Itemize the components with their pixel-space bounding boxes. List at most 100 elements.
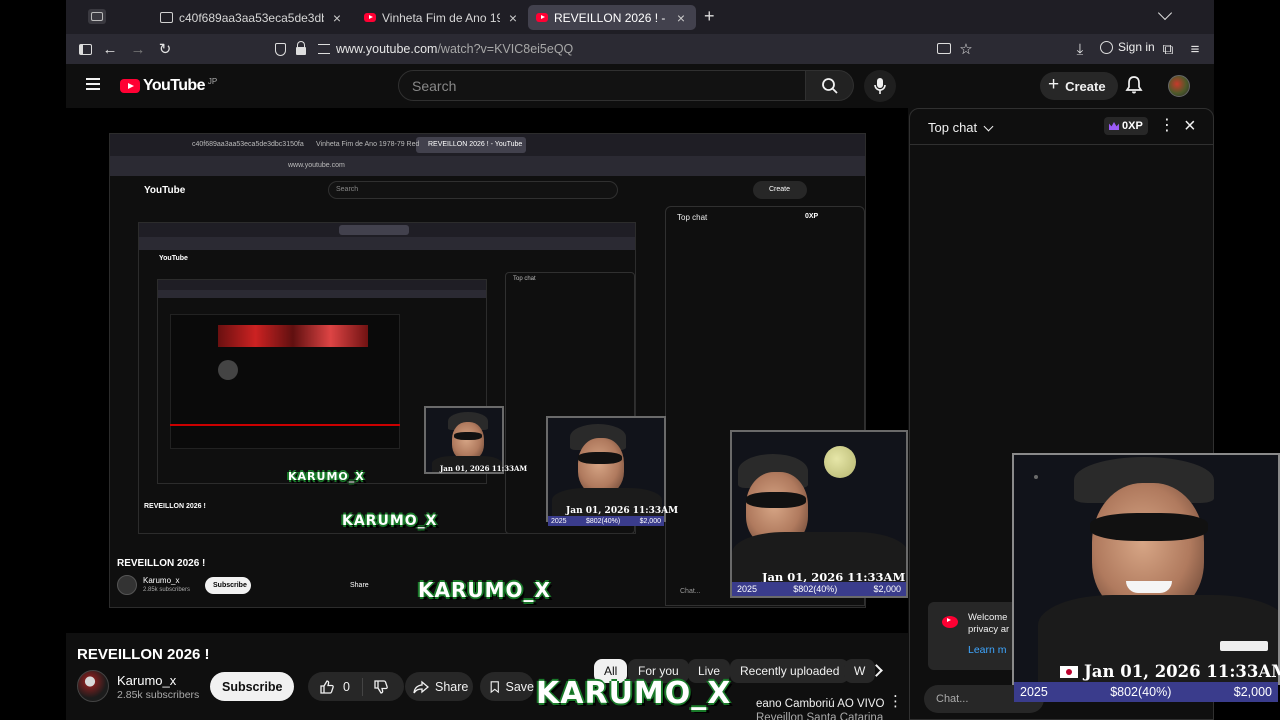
subscriber-count: 2.85k subscribers bbox=[117, 689, 200, 701]
xp-badge[interactable]: 0XP bbox=[1104, 117, 1148, 135]
nested-chat-title: Top chat bbox=[677, 213, 708, 222]
tab-close-icon[interactable]: × bbox=[506, 10, 520, 26]
webcam-date-small: Jan 01, 2026 11:33AM bbox=[440, 464, 528, 473]
video-player[interactable]: c40f689aa3aa53eca5de3dbc3150fa Vinheta F… bbox=[66, 108, 908, 633]
tab-close-icon[interactable]: × bbox=[674, 10, 688, 26]
site-settings-icon[interactable] bbox=[318, 44, 330, 54]
webcam-date-medium: Jan 01, 2026 11:33AM bbox=[566, 506, 679, 516]
account-icon bbox=[1100, 40, 1113, 54]
nested-chat-input: Chat... bbox=[680, 588, 701, 595]
search-placeholder: Search bbox=[412, 77, 457, 94]
webcam-stats-medium: 2025 $802(40%) $2,000 bbox=[548, 516, 664, 526]
recommendation-title[interactable]: eano Camboriú AO VIVO bbox=[756, 698, 884, 710]
sidebar-toggle-icon[interactable] bbox=[88, 9, 106, 24]
webcam-stats-main: 2025 $802(40%) $2,000 bbox=[1014, 682, 1278, 702]
stat-year: 2025 bbox=[737, 584, 758, 594]
subscribe-button[interactable]: Subscribe bbox=[210, 672, 295, 701]
url-domain: www.youtube.com bbox=[336, 42, 438, 56]
stat-year: 2025 bbox=[551, 517, 567, 525]
sign-in-button[interactable]: Sign in bbox=[1100, 40, 1155, 54]
nested-tab-3: REVEILLON 2026 ! - YouTube bbox=[428, 141, 523, 148]
nested2-title: REVEILLON 2026 ! bbox=[144, 503, 206, 510]
tab-list-chevron-icon[interactable] bbox=[1157, 5, 1173, 21]
reload-icon[interactable]: ↻ bbox=[155, 39, 175, 59]
stat-progress: $802(40%) bbox=[1110, 685, 1172, 699]
microphone-icon bbox=[874, 78, 886, 94]
shield-icon[interactable] bbox=[275, 43, 286, 56]
downloads-icon[interactable]: ⤓ bbox=[1070, 39, 1090, 59]
user-avatar[interactable] bbox=[1168, 75, 1190, 97]
webcam-date-main: Jan 01, 2026 11:33AM bbox=[1060, 662, 1280, 681]
nested-tab-1: c40f689aa3aa53eca5de3dbc3150fa bbox=[192, 141, 304, 148]
nested-share: Share bbox=[350, 582, 369, 589]
webcam-date-text: Jan 01, 2026 11:33AM bbox=[1084, 662, 1280, 681]
bookmark-star-icon[interactable]: ☆ bbox=[956, 39, 976, 59]
webcam-stats-large: 2025 $802(40%) $2,000 bbox=[732, 582, 906, 596]
nested-subs: 2.85k subscribers bbox=[143, 587, 191, 593]
chat-header: Top chat 0XP ⋮ × bbox=[910, 109, 1213, 145]
recommendation-subtitle: Reveillon Santa Catarina bbox=[756, 712, 884, 720]
save-button[interactable]: Save bbox=[480, 672, 534, 701]
search-button[interactable] bbox=[806, 70, 854, 101]
tab-1[interactable]: c40f689aa3aa53eca5de3dbc3150fa × bbox=[152, 5, 352, 30]
new-tab-button[interactable]: + bbox=[704, 6, 715, 27]
japan-flag-icon bbox=[1060, 665, 1078, 678]
search-input[interactable]: Search bbox=[398, 70, 806, 101]
youtube-favicon-icon bbox=[536, 13, 548, 22]
save-label: Save bbox=[505, 679, 535, 694]
welcome-line-2: privacy ar bbox=[968, 624, 1010, 635]
tab-close-icon[interactable]: × bbox=[330, 10, 344, 26]
video-title: REVEILLON 2026 ! bbox=[77, 646, 210, 663]
nested-url: www.youtube.com bbox=[288, 162, 345, 169]
create-button[interactable]: + Create bbox=[1040, 72, 1118, 100]
nav-toolbar: ← → ↻ www.youtube.com/watch?v=KVIC8ei5eQ… bbox=[66, 34, 1214, 64]
back-arrow-icon[interactable]: ← bbox=[100, 39, 120, 59]
lock-icon[interactable] bbox=[296, 41, 306, 55]
guide-menu-icon[interactable] bbox=[86, 78, 100, 90]
notifications-bell-icon[interactable] bbox=[1124, 75, 1144, 95]
youtube-logo[interactable]: YouTube JP bbox=[120, 77, 217, 95]
nested-xp: 0XP bbox=[805, 213, 819, 220]
stat-goal: $2,000 bbox=[639, 517, 661, 525]
nested-logo: YouTube bbox=[144, 185, 186, 196]
tab-3-active[interactable]: REVEILLON 2026 ! - YouTube × bbox=[528, 5, 696, 30]
like-button[interactable]: 0 bbox=[308, 679, 350, 695]
like-dislike-group: 0 bbox=[308, 672, 404, 701]
tab-strip: c40f689aa3aa53eca5de3dbc3150fa × Vinheta… bbox=[66, 0, 1214, 34]
youtube-favicon-icon bbox=[364, 13, 376, 22]
nested-create: Create bbox=[769, 186, 791, 193]
search-icon bbox=[821, 77, 838, 94]
like-count: 0 bbox=[343, 679, 350, 694]
chat-more-icon[interactable]: ⋮ bbox=[1159, 118, 1175, 134]
chip-recently-uploaded[interactable]: Recently uploaded bbox=[730, 659, 850, 683]
youtube-play-icon bbox=[120, 79, 140, 93]
url-path: /watch?v=KVIC8ei5eQQ bbox=[437, 42, 574, 56]
welcome-line-1: Welcome bbox=[968, 612, 1008, 623]
learn-more-link[interactable]: Learn m bbox=[968, 644, 1007, 656]
chat-close-icon[interactable]: × bbox=[1184, 115, 1196, 137]
tab-2[interactable]: Vinheta Fim de Ano 1978-79 Red × bbox=[356, 5, 528, 30]
picture-in-picture-icon[interactable] bbox=[937, 43, 951, 54]
youtube-badge-icon bbox=[942, 616, 958, 628]
thumbs-down-icon[interactable] bbox=[373, 679, 389, 695]
nested-title: REVEILLON 2026 ! bbox=[117, 558, 206, 569]
brand-overlay-small: KARUMO_X bbox=[288, 470, 365, 483]
extensions-icon[interactable]: ⧉ bbox=[1158, 39, 1178, 59]
top-chat-dropdown[interactable]: Top chat bbox=[928, 120, 994, 135]
channel-avatar[interactable] bbox=[77, 670, 109, 702]
webcam-frame-main bbox=[1012, 453, 1280, 685]
share-button[interactable]: Share bbox=[405, 672, 473, 701]
menu-hamburger-icon[interactable]: ≡ bbox=[1185, 39, 1205, 59]
stat-progress: $802(40%) bbox=[585, 517, 621, 525]
sidebar-icon[interactable] bbox=[75, 39, 95, 59]
voice-search-button[interactable] bbox=[864, 70, 896, 102]
tab-title: REVEILLON 2026 ! - YouTube bbox=[554, 10, 668, 25]
recommendation-menu-icon[interactable]: ⋮ bbox=[888, 694, 903, 709]
logo-text: YouTube bbox=[143, 77, 205, 94]
welcome-message: Welcome privacy ar Learn m bbox=[928, 602, 1018, 670]
share-label: Share bbox=[435, 679, 469, 694]
stat-goal: $2,000 bbox=[1233, 685, 1272, 699]
tab-title: c40f689aa3aa53eca5de3dbc3150fa bbox=[179, 10, 324, 25]
channel-name[interactable]: Karumo_x bbox=[117, 673, 176, 688]
stat-progress: $802(40%) bbox=[793, 584, 838, 594]
